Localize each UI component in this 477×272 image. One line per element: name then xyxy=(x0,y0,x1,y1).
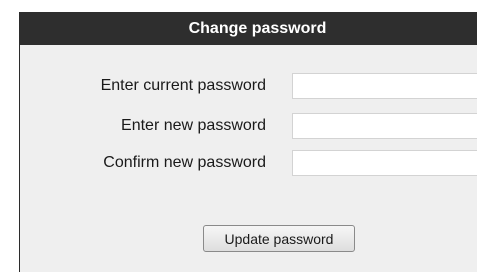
change-password-panel: Change password Enter current password E… xyxy=(19,12,477,272)
confirm-password-label: Confirm new password xyxy=(103,154,266,171)
new-password-label: Enter new password xyxy=(121,117,266,134)
current-password-input[interactable] xyxy=(292,73,477,99)
new-password-input[interactable] xyxy=(292,113,477,139)
confirm-password-input[interactable] xyxy=(292,150,477,176)
update-password-button[interactable]: Update password xyxy=(203,225,355,252)
confirm-password-row: Confirm new password xyxy=(20,150,477,176)
current-password-label: Enter current password xyxy=(100,77,266,94)
current-password-row: Enter current password xyxy=(20,73,477,99)
new-password-row: Enter new password xyxy=(20,113,477,139)
dialog-title: Change password xyxy=(20,12,477,45)
